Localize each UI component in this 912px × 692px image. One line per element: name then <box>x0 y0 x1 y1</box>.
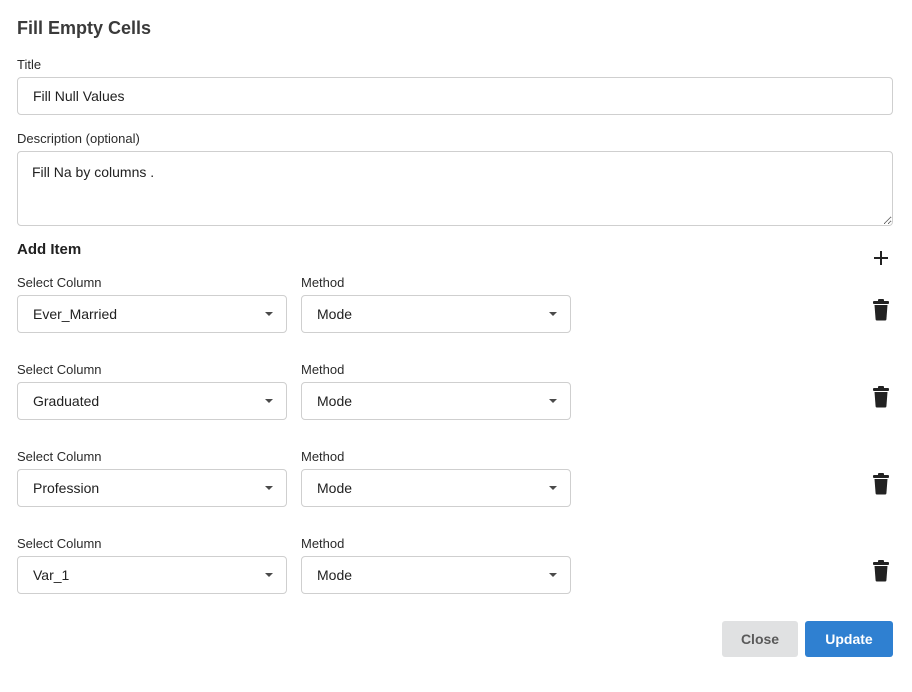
column-select-value: Graduated <box>33 393 100 409</box>
column-select-value: Profession <box>33 480 100 496</box>
column-select-value: Ever_Married <box>33 306 118 322</box>
method-select-value: Mode <box>317 567 353 583</box>
fill-empty-cells-dialog: Fill Empty Cells Title Description (opti… <box>0 0 912 692</box>
select-column-label: Select Column <box>17 536 102 551</box>
trash-icon <box>871 473 891 499</box>
method-select-value: Mode <box>317 393 353 409</box>
delete-item-button[interactable] <box>871 386 891 408</box>
method-label: Method <box>301 536 345 551</box>
column-select-value: Var_1 <box>33 567 70 583</box>
add-item-title: Add Item <box>17 241 82 258</box>
column-select[interactable]: Var_1 <box>17 556 287 594</box>
method-label: Method <box>301 362 345 377</box>
caret-down-icon <box>549 573 557 577</box>
method-label: Method <box>301 449 345 464</box>
dialog-title: Fill Empty Cells <box>17 18 152 38</box>
caret-down-icon <box>265 312 273 316</box>
title-label: Title <box>17 57 42 72</box>
trash-icon <box>871 299 891 325</box>
caret-down-icon <box>549 312 557 316</box>
delete-item-button[interactable] <box>871 560 891 582</box>
delete-item-button[interactable] <box>871 299 891 321</box>
method-label: Method <box>301 275 345 290</box>
delete-item-button[interactable] <box>871 473 891 495</box>
close-button[interactable]: Close <box>722 621 798 657</box>
method-select[interactable]: Mode <box>301 469 571 507</box>
caret-down-icon <box>265 486 273 490</box>
method-select-value: Mode <box>317 306 353 322</box>
select-column-label: Select Column <box>17 362 102 377</box>
title-input[interactable] <box>17 77 893 115</box>
select-column-label: Select Column <box>17 275 102 290</box>
plus-icon <box>874 251 888 265</box>
method-select[interactable]: Mode <box>301 295 571 333</box>
method-select[interactable]: Mode <box>301 382 571 420</box>
trash-icon <box>871 386 891 412</box>
method-select[interactable]: Mode <box>301 556 571 594</box>
trash-icon <box>871 560 891 586</box>
caret-down-icon <box>549 399 557 403</box>
caret-down-icon <box>549 486 557 490</box>
update-button[interactable]: Update <box>805 621 893 657</box>
column-select[interactable]: Profession <box>17 469 287 507</box>
caret-down-icon <box>265 399 273 403</box>
column-select[interactable]: Ever_Married <box>17 295 287 333</box>
description-textarea[interactable]: Fill Na by columns . <box>17 151 893 226</box>
column-select[interactable]: Graduated <box>17 382 287 420</box>
select-column-label: Select Column <box>17 449 102 464</box>
description-label: Description (optional) <box>17 131 140 146</box>
method-select-value: Mode <box>317 480 353 496</box>
add-item-button[interactable] <box>868 245 894 271</box>
caret-down-icon <box>265 573 273 577</box>
